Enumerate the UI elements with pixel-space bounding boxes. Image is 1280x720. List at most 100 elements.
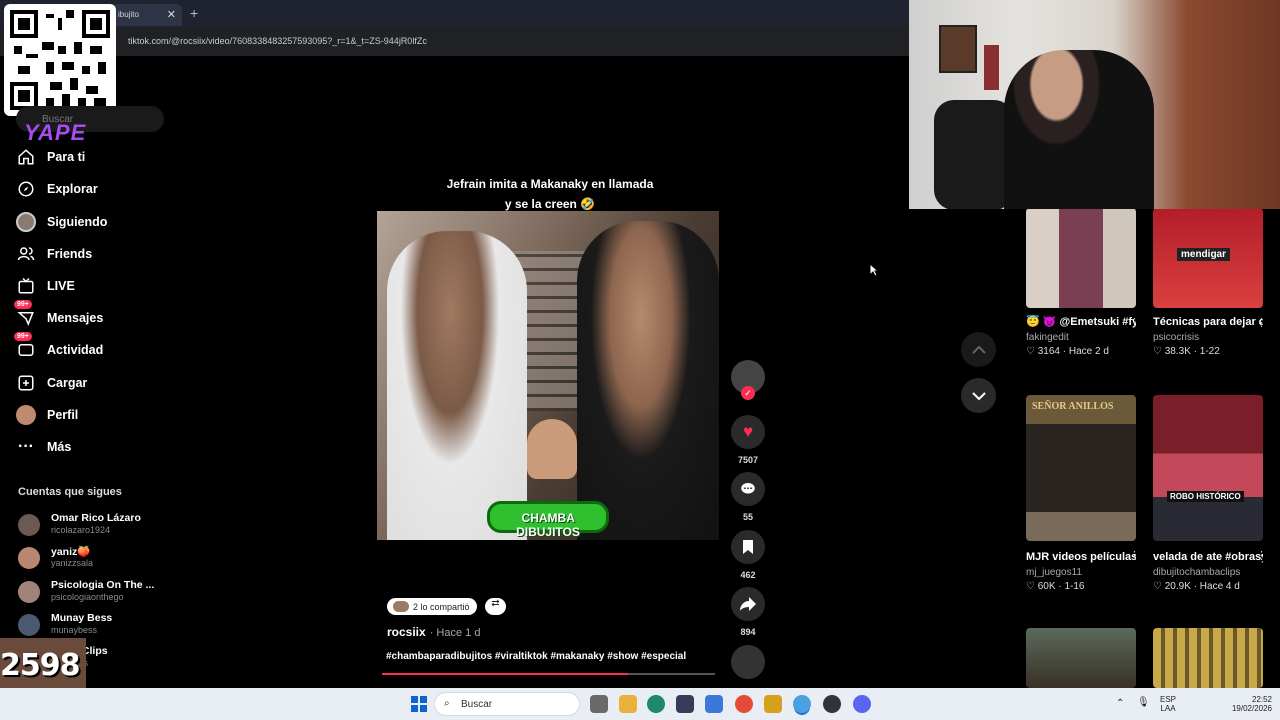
grid-author[interactable]: dibujitochambaclips — [1153, 567, 1263, 578]
grid-video-card[interactable]: mendigar ⋮ Técnicas para dejar de pensar… — [1153, 208, 1267, 357]
grid-title: 😇 😈 @Emetsuki #fyp... — [1026, 316, 1136, 328]
nav-cargar[interactable]: Cargar — [16, 371, 87, 395]
home-icon — [16, 147, 36, 167]
app-m-icon[interactable] — [764, 695, 782, 713]
chrome-active-icon[interactable] — [793, 695, 811, 713]
share-button[interactable] — [731, 587, 765, 621]
sound-disc[interactable] — [731, 645, 765, 679]
upload-icon — [16, 373, 36, 393]
save-button[interactable] — [731, 530, 765, 564]
video-thumbnail[interactable] — [1026, 628, 1136, 688]
language-code: ESP — [1160, 695, 1177, 704]
grid-video-card[interactable]: ROBO HISTÓRICO ⋮ velada de ate #obrasysh… — [1153, 395, 1267, 592]
repost-icon[interactable]: ⇄ — [485, 598, 506, 615]
grid-meta: ♡ 60K · 1-16 — [1026, 581, 1085, 592]
more-options-icon[interactable]: ⋮ — [1129, 549, 1140, 562]
nav-perfil[interactable]: Perfil — [16, 403, 78, 427]
more-options-icon[interactable]: ⋮ — [1256, 316, 1267, 329]
snipping-tool-icon[interactable] — [676, 695, 694, 713]
browser-tab-bar: ibujito ✕ + — [0, 0, 910, 28]
share-count: 894 — [740, 627, 756, 637]
followed-account[interactable]: Omar Rico Lázaro ricolazaro1924 — [18, 512, 168, 542]
nav-label: Friends — [47, 247, 93, 261]
nav-siguiendo[interactable]: Siguiendo — [16, 210, 107, 234]
grid-video-card[interactable]: SEÑOR ANILLOS ⋮ MJR videos películas El … — [1026, 395, 1140, 592]
chrome-icon[interactable] — [735, 695, 753, 713]
creator-avatar[interactable]: ✓ — [731, 360, 765, 400]
previous-video-button[interactable] — [961, 332, 996, 367]
author-name[interactable]: rocsiix — [387, 625, 426, 639]
counter-value: 2598 — [0, 648, 80, 683]
follow-check-icon: ✓ — [741, 386, 755, 400]
video-caption-line1: Jefrain imita a Makanaky en llamada — [446, 177, 654, 191]
windows-start-icon[interactable] — [411, 696, 427, 712]
like-button[interactable]: ♥ — [731, 415, 765, 449]
account-handle: psicologiaonthego — [51, 592, 124, 602]
grid-author[interactable]: mj_juegos11 — [1026, 567, 1136, 578]
shared-by-chip[interactable]: 2 lo compartió — [387, 598, 477, 615]
nav-mas[interactable]: ··· Más — [16, 435, 71, 459]
obs-icon[interactable] — [823, 695, 841, 713]
grid-meta: ♡ 20.9K · Hace 4 d — [1153, 581, 1240, 592]
post-time: · Hace 1 d — [429, 627, 481, 639]
video-thumbnail — [1026, 208, 1136, 308]
microphone-icon[interactable]: 🎙 — [1137, 697, 1150, 708]
grid-author[interactable]: fakingedit — [1026, 332, 1136, 343]
nav-friends[interactable]: Friends — [16, 242, 92, 266]
grid-author[interactable]: psicocrisis — [1153, 332, 1263, 343]
activity-icon: 99+ — [14, 332, 36, 360]
nav-label: Explorar — [47, 182, 98, 196]
browser-tab[interactable]: ibujito ✕ — [112, 4, 182, 26]
comment-button[interactable] — [731, 472, 765, 506]
taskbar-search-label: Buscar — [461, 699, 493, 710]
video-progress-bar[interactable] — [382, 673, 715, 675]
avatar — [18, 547, 40, 569]
video-hashtags[interactable]: #chambaparadibujitos #viraltiktok #makan… — [386, 651, 686, 662]
more-options-icon[interactable]: ⋮ — [1129, 316, 1140, 329]
tab-close-icon[interactable]: ✕ — [167, 8, 176, 21]
account-name: Munay Bess — [51, 612, 113, 624]
video-author[interactable]: rocsiix · Hace 1 d — [387, 625, 480, 639]
file-explorer-icon[interactable] — [619, 695, 637, 713]
more-icon: ··· — [18, 438, 34, 455]
clock[interactable]: 22:52 19/02/2026 — [1224, 695, 1272, 713]
language-indicator[interactable]: ESP LAA — [1160, 695, 1176, 713]
grid-video-card[interactable]: ⋮ 😇 😈 @Emetsuki #fyp... fakingedit ♡ 316… — [1026, 208, 1140, 357]
live-icon — [16, 276, 36, 296]
account-name: Omar Rico Lázaro — [51, 512, 141, 524]
more-options-icon[interactable]: ⋮ — [1256, 549, 1267, 562]
taskbar-search[interactable]: ⌕ Buscar — [434, 692, 580, 716]
video-thumbnail[interactable] — [1153, 628, 1263, 688]
task-view-icon[interactable] — [590, 695, 608, 713]
followed-account[interactable]: Psicologia On The ... psicologiaonthego — [18, 579, 168, 609]
clock-time: 22:52 — [1251, 695, 1272, 704]
nav-para-ti[interactable]: Para ti — [16, 145, 85, 169]
chevron-up-icon — [971, 345, 986, 354]
nav-actividad[interactable]: 99+ Actividad — [14, 332, 103, 362]
nav-live[interactable]: LIVE — [16, 274, 75, 298]
url-text[interactable]: tiktok.com/@rocsiix/video/76083384832575… — [128, 36, 427, 46]
next-video-button[interactable] — [961, 378, 996, 413]
discord-icon[interactable] — [853, 695, 871, 713]
copilot-icon[interactable] — [705, 695, 723, 713]
followed-account[interactable]: yaniz🍑 yanizzsala — [18, 545, 168, 575]
chevron-up-icon[interactable]: ⌃ — [1116, 698, 1124, 709]
edge-icon[interactable] — [647, 695, 665, 713]
following-header: Cuentas que sigues — [18, 486, 122, 498]
nav-mensajes[interactable]: 99+ Mensajes — [14, 300, 104, 330]
qr-code-icon — [10, 10, 110, 110]
nav-label: Mensajes — [47, 311, 104, 325]
new-tab-button[interactable]: + — [190, 5, 198, 21]
gaming-chair — [934, 100, 1014, 209]
sticker-text-2: DIBUJITOS — [516, 525, 580, 539]
friends-icon — [16, 244, 36, 264]
search-icon: ⌕ — [444, 698, 450, 709]
address-bar[interactable]: tiktok.com/@rocsiix/video/76083384832575… — [0, 28, 910, 56]
video-thumbnail: ROBO HISTÓRICO — [1153, 395, 1263, 541]
region-code: LAA — [1160, 704, 1176, 713]
shared-avatars — [393, 601, 409, 612]
nav-explorar[interactable]: Explorar — [16, 177, 98, 201]
save-count: 462 — [740, 570, 756, 580]
share-arrow-icon — [740, 597, 756, 611]
video-player[interactable]: CHAMBA DIBUJITOS — [377, 211, 719, 540]
